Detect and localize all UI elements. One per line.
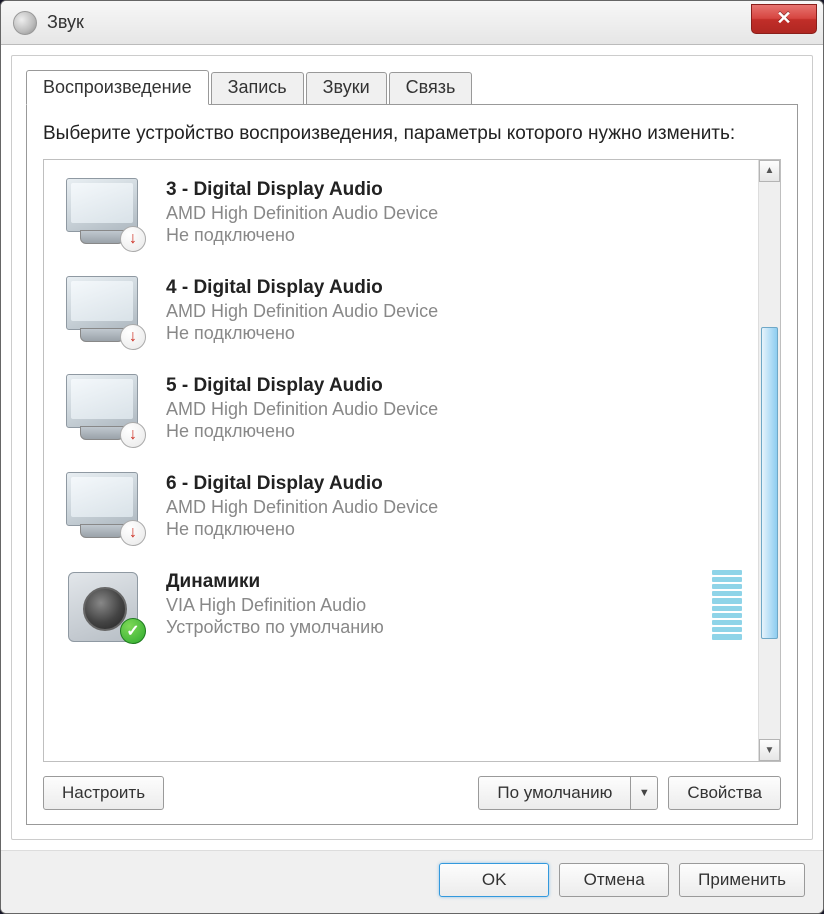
- tab-strip: Воспроизведение Запись Звуки Связь: [26, 70, 798, 105]
- tab-panel-playback: Выберите устройство воспроизведения, пар…: [26, 104, 798, 825]
- device-description: VIA High Definition Audio: [166, 595, 702, 616]
- scrollbar[interactable]: ▲ ▼: [758, 160, 780, 761]
- device-status: Не подключено: [166, 225, 748, 246]
- device-buttons-row: Настроить По умолчанию ▼ Свойства: [43, 776, 781, 810]
- tab-communications[interactable]: Связь: [389, 72, 473, 105]
- configure-button[interactable]: Настроить: [43, 776, 164, 810]
- device-item[interactable]: ↓ 3 - Digital Display AudioAMD High Defin…: [44, 164, 758, 262]
- device-item[interactable]: ↓ 4 - Digital Display AudioAMD High Defin…: [44, 262, 758, 360]
- set-default-dropdown[interactable]: ▼: [630, 776, 658, 810]
- level-meter: [712, 570, 742, 640]
- device-status: Не подключено: [166, 421, 748, 442]
- device-list-container: ↓3 - Digital Display AudioAMD High Defin…: [43, 159, 781, 762]
- dialog-content: Воспроизведение Запись Звуки Связь Выбер…: [11, 55, 813, 840]
- down-arrow-icon: ↓: [120, 422, 146, 448]
- device-description: AMD High Definition Audio Device: [166, 301, 748, 322]
- titlebar[interactable]: Звук ✕: [1, 1, 823, 45]
- monitor-icon: ↓: [58, 270, 148, 352]
- scroll-track[interactable]: [759, 182, 780, 739]
- properties-button[interactable]: Свойства: [668, 776, 781, 810]
- instruction-text: Выберите устройство воспроизведения, пар…: [43, 121, 781, 147]
- tab-recording[interactable]: Запись: [211, 72, 304, 105]
- device-item[interactable]: ↓ 6 - Digital Display AudioAMD High Defin…: [44, 458, 758, 556]
- cancel-button[interactable]: Отмена: [559, 863, 669, 897]
- scroll-up-button[interactable]: ▲: [759, 160, 780, 182]
- monitor-icon: ↓: [58, 466, 148, 548]
- device-name: 5 - Digital Display Audio: [166, 375, 748, 397]
- dialog-footer: OK Отмена Применить: [1, 850, 823, 913]
- ok-button[interactable]: OK: [439, 863, 549, 897]
- device-status: Устройство по умолчанию: [166, 617, 702, 638]
- device-status: Не подключено: [166, 519, 748, 540]
- check-icon: ✓: [120, 618, 146, 644]
- close-button[interactable]: ✕: [751, 4, 817, 34]
- device-item[interactable]: ✓ ДинамикиVIA High Definition AudioУстрой…: [44, 556, 758, 654]
- apply-button[interactable]: Применить: [679, 863, 805, 897]
- device-description: AMD High Definition Audio Device: [166, 399, 748, 420]
- device-status: Не подключено: [166, 323, 748, 344]
- device-name: 3 - Digital Display Audio: [166, 179, 748, 201]
- down-arrow-icon: ↓: [120, 226, 146, 252]
- sound-icon: [13, 11, 37, 35]
- down-arrow-icon: ↓: [120, 520, 146, 546]
- device-name: 4 - Digital Display Audio: [166, 277, 748, 299]
- device-list[interactable]: ↓3 - Digital Display AudioAMD High Defin…: [44, 160, 758, 761]
- device-description: AMD High Definition Audio Device: [166, 497, 748, 518]
- down-arrow-icon: ↓: [120, 324, 146, 350]
- device-name: Динамики: [166, 571, 702, 593]
- scroll-down-button[interactable]: ▼: [759, 739, 780, 761]
- device-description: AMD High Definition Audio Device: [166, 203, 748, 224]
- scroll-thumb[interactable]: [761, 327, 778, 639]
- monitor-icon: ↓: [58, 172, 148, 254]
- device-item[interactable]: ↓ 5 - Digital Display AudioAMD High Defin…: [44, 360, 758, 458]
- speaker-icon: ✓: [58, 564, 148, 646]
- set-default-split-button: По умолчанию ▼: [478, 776, 658, 810]
- sound-dialog: Звук ✕ Воспроизведение Запись Звуки Связ…: [0, 0, 824, 914]
- tab-playback[interactable]: Воспроизведение: [26, 70, 209, 105]
- window-title: Звук: [47, 12, 751, 33]
- monitor-icon: ↓: [58, 368, 148, 450]
- tab-sounds[interactable]: Звуки: [306, 72, 387, 105]
- device-name: 6 - Digital Display Audio: [166, 473, 748, 495]
- set-default-button[interactable]: По умолчанию: [478, 776, 630, 810]
